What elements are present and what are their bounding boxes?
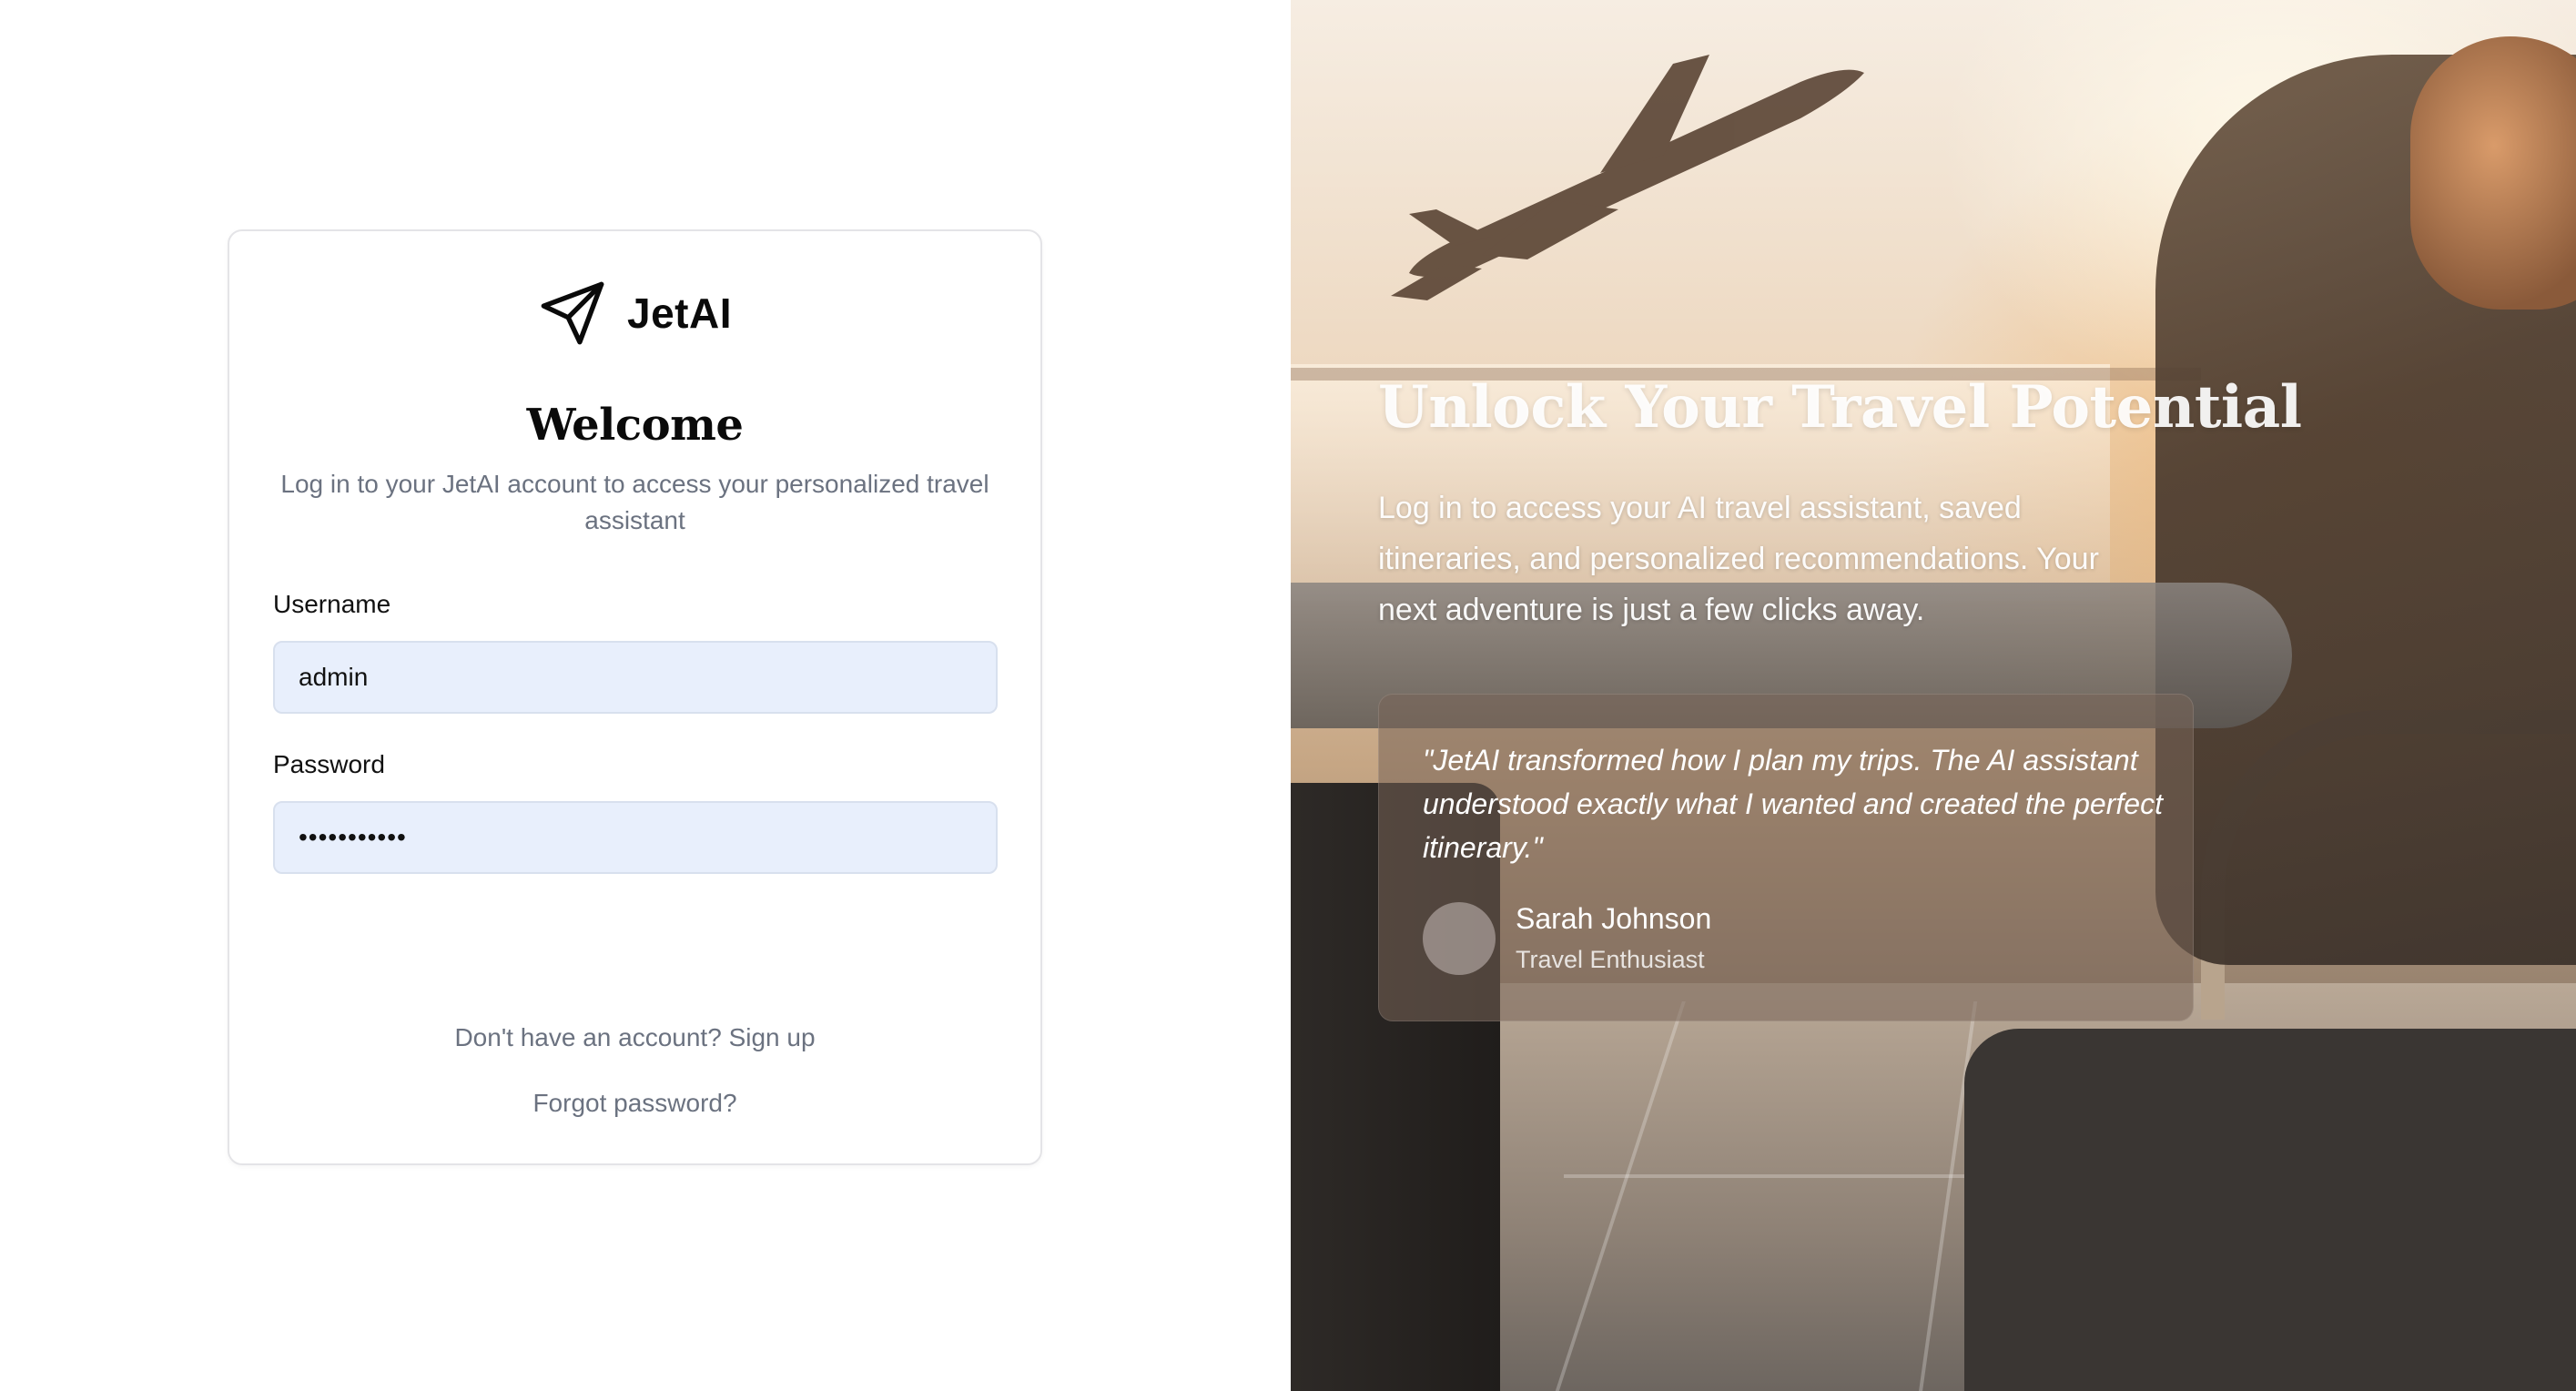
username-label: Username <box>273 590 391 618</box>
forgot-password-link[interactable]: Forgot password? <box>229 1089 1040 1118</box>
promo-title: Unlock Your Travel Potential <box>1378 373 2302 442</box>
testimonial-role: Travel Enthusiast <box>1516 946 1705 973</box>
login-subtitle: Log in to your JetAI account to access y… <box>280 470 989 534</box>
login-panel: JetAI Welcome Log in to your JetAI accou… <box>0 0 1291 1391</box>
username-input[interactable] <box>273 641 998 714</box>
avatar <box>1423 902 1496 975</box>
paper-plane-icon <box>541 281 604 345</box>
promo-text: Log in to access your AI travel assistan… <box>1378 491 2099 627</box>
signup-link[interactable]: Don't have an account? Sign up <box>229 1023 1040 1052</box>
testimonial-author: Sarah Johnson <box>1516 902 1712 935</box>
brand-name: JetAI <box>627 289 732 337</box>
testimonial-quote: "JetAI transformed how I plan my trips. … <box>1423 744 2163 864</box>
airplane-icon <box>1391 55 1864 300</box>
hero-background-bench <box>1964 1029 2576 1391</box>
password-input[interactable] <box>273 801 998 874</box>
testimonial-card: "JetAI transformed how I plan my trips. … <box>1378 694 2194 1021</box>
password-label: Password <box>273 750 385 778</box>
hero-panel: Unlock Your Travel Potential Log in to a… <box>1291 0 2576 1391</box>
brand-logo: JetAI <box>229 277 1040 350</box>
login-card: JetAI Welcome Log in to your JetAI accou… <box>228 229 1042 1165</box>
page-title: Welcome <box>526 400 744 451</box>
hero-background-traveler-head <box>2410 36 2576 310</box>
